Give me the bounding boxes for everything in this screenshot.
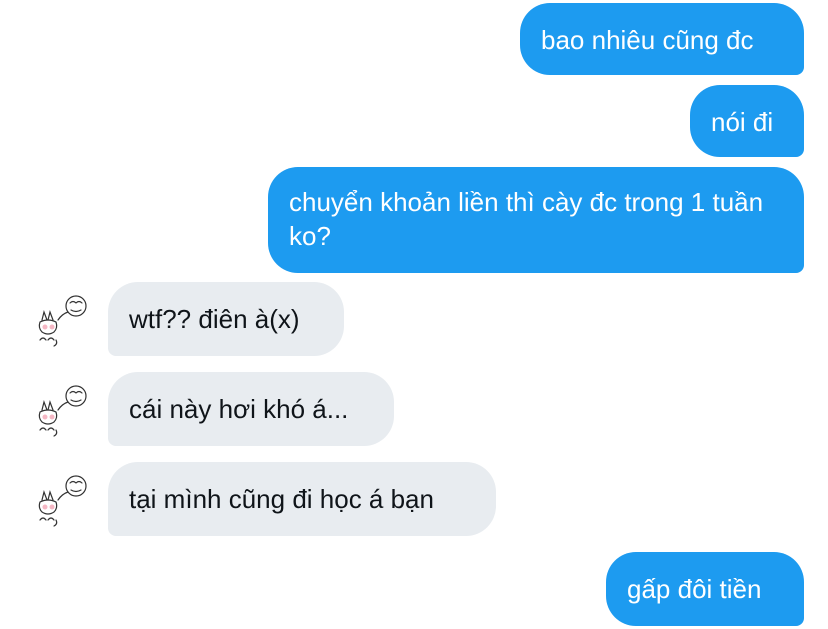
message-bubble-outgoing[interactable]: chuyển khoản liền thì cày đc trong 1 tuầ…	[268, 167, 804, 273]
message-text: bao nhiêu cũng đc	[541, 25, 754, 55]
message-bubble-incoming[interactable]: cái này hơi khó á...	[108, 372, 394, 446]
message-text: nói đi	[711, 107, 774, 137]
message-text: chuyển khoản liền thì cày đc trong 1 tuầ…	[289, 187, 764, 251]
message-bubble-incoming[interactable]: tại mình cũng đi học á bạn	[108, 462, 496, 536]
doodle-avatar-icon[interactable]	[30, 470, 94, 534]
doodle-avatar-icon[interactable]	[30, 380, 94, 444]
message-bubble-incoming[interactable]: wtf?? điên à(x)	[108, 282, 344, 356]
doodle-avatar-icon[interactable]	[30, 290, 94, 354]
message-bubble-outgoing[interactable]: nói đi	[690, 85, 804, 157]
message-text: wtf?? điên à(x)	[129, 304, 300, 334]
message-bubble-outgoing[interactable]: bao nhiêu cũng đc	[520, 3, 804, 75]
message-text: cái này hơi khó á...	[129, 394, 349, 424]
message-text: gấp đôi tiền	[627, 574, 762, 604]
message-thread: bao nhiêu cũng đc nói đi chuyển khoản li…	[0, 0, 828, 629]
message-bubble-outgoing[interactable]: gấp đôi tiền	[606, 552, 804, 626]
message-text: tại mình cũng đi học á bạn	[129, 484, 434, 514]
